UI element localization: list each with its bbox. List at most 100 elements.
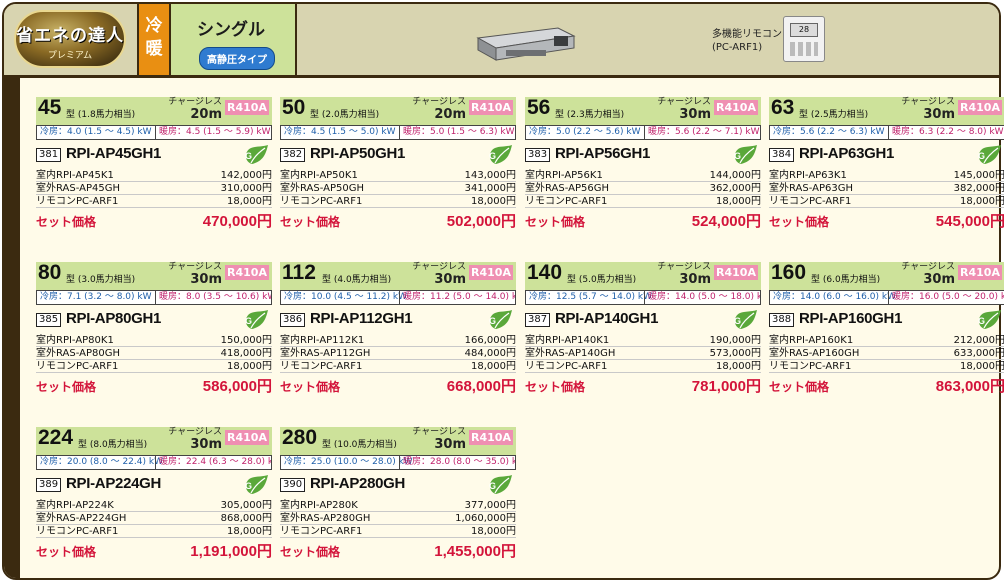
cooling-capacity: 冷房：14.0 (6.0 ～ 16.0) kW	[773, 292, 896, 302]
set-price-value: 470,000円	[202, 213, 272, 230]
set-price-label: セット価格	[280, 215, 341, 229]
part-price: 144,000円	[709, 170, 761, 181]
charge-less-length: 20m	[434, 107, 466, 122]
model-number: RPI-AP280GH	[310, 475, 406, 492]
refrigerant-badge: R410A	[225, 430, 269, 445]
mode-label: 冷暖	[137, 4, 171, 75]
part-row: 室内RPI-AP45K1 142,000円	[36, 169, 272, 182]
high-static-badge: 高静圧タイプ	[199, 47, 275, 70]
set-price-label: セット価格	[769, 380, 830, 394]
charge-less-label: チャージレス	[901, 97, 955, 107]
capacity-size: 112	[282, 261, 316, 284]
charge-less-label: チャージレス	[657, 97, 711, 107]
heating-capacity: 暖房：14.0 (5.0 ～ 18.0) kW	[644, 291, 760, 304]
heating-capacity: 暖房：22.4 (6.3 ～ 28.0) kW	[155, 456, 271, 469]
remote-model: (PC-ARF1)	[712, 42, 763, 53]
remote-name: 多機能リモコン	[712, 29, 782, 40]
ceiling-duct-unit-image	[476, 27, 576, 61]
part-name: 室外RAS-AP280GH	[280, 513, 371, 524]
brand-logo: 省エネの達人 プレミアム	[14, 10, 126, 68]
remote-screen: 28	[790, 23, 818, 37]
performance-bar: 冷房：10.0 (4.5 ～ 11.2) kW 暖房：11.2 (5.0 ～ 1…	[280, 290, 516, 305]
green-leaf-icon: G	[489, 145, 512, 164]
catalog-number: 381	[36, 148, 62, 162]
part-row: リモコンPC-ARF1 18,000円	[769, 195, 1004, 208]
part-row: リモコンPC-ARF1 18,000円	[525, 360, 761, 373]
heating-capacity: 暖房：11.2 (5.0 ～ 14.0) kW	[399, 291, 515, 304]
part-name: 室内RPI-AP112K1	[280, 335, 365, 346]
svg-text:G: G	[489, 151, 496, 161]
catalog-number: 384	[769, 148, 795, 162]
part-name: 室外RAS-AP50GH	[280, 183, 364, 194]
part-price: 633,000円	[953, 348, 1004, 359]
parts-list: 室内RPI-AP63K1 145,000円 室外RAS-AP63GH 382,0…	[769, 169, 1004, 208]
set-price-value: 586,000円	[202, 378, 272, 395]
green-leaf-icon: G	[245, 475, 268, 494]
catalog-number: 389	[36, 478, 62, 492]
charge-less-length: 30m	[434, 272, 466, 287]
product-card: 45 型 (1.8馬力相当) チャージレス 20m R410A 冷房：4.0 (…	[36, 96, 272, 258]
part-name: 室外RAS-AP56GH	[525, 183, 609, 194]
part-price: 18,000円	[471, 526, 516, 537]
performance-bar: 冷房：20.0 (8.0 ～ 22.4) kW 暖房：22.4 (6.3 ～ 2…	[36, 455, 272, 470]
heating-capacity: 暖房：8.0 (3.5 ～ 10.6) kW	[155, 291, 271, 304]
part-price: 341,000円	[464, 183, 516, 194]
charge-less-length: 30m	[923, 107, 955, 122]
set-price-row: セット価格 502,000円	[280, 210, 516, 230]
cooling-capacity: 冷房：12.5 (5.7 ～ 14.0) kW	[529, 292, 652, 302]
charge-less-length: 30m	[190, 437, 222, 452]
part-price: 310,000円	[220, 183, 272, 194]
card-header: 140 型 (5.0馬力相当) チャージレス 30m R410A	[525, 261, 761, 290]
part-name: リモコンPC-ARF1	[280, 361, 363, 372]
part-row: 室外RAS-AP63GH 382,000円	[769, 182, 1004, 195]
charge-less-length: 30m	[434, 437, 466, 452]
refrigerant-badge: R410A	[958, 100, 1002, 115]
set-price-row: セット価格 668,000円	[280, 375, 516, 395]
charge-less-label: チャージレス	[168, 97, 222, 107]
set-price-label: セット価格	[525, 380, 586, 394]
green-leaf-icon: G	[489, 310, 512, 329]
green-leaf-icon: G	[489, 475, 512, 494]
part-row: 室内RPI-AP112K1 166,000円	[280, 334, 516, 347]
cooling-capacity: 冷房：10.0 (4.5 ～ 11.2) kW	[284, 292, 407, 302]
set-price-label: セット価格	[280, 545, 341, 559]
part-name: 室内RPI-AP224K	[36, 500, 114, 511]
card-header: 45 型 (1.8馬力相当) チャージレス 20m R410A	[36, 96, 272, 125]
set-price-value: 1,455,000円	[434, 543, 516, 560]
left-accent-bar	[4, 78, 20, 578]
cooling-capacity: 冷房：5.0 (2.2 ～ 5.6) kW	[529, 127, 641, 137]
card-header: 160 型 (6.0馬力相当) チャージレス 30m R410A	[769, 261, 1004, 290]
part-name: リモコンPC-ARF1	[769, 361, 852, 372]
catalog-number: 382	[280, 148, 306, 162]
part-row: リモコンPC-ARF1 18,000円	[280, 360, 516, 373]
part-price: 484,000円	[464, 348, 516, 359]
card-header: 56 型 (2.3馬力相当) チャージレス 30m R410A	[525, 96, 761, 125]
catalog-number: 390	[280, 478, 306, 492]
set-price-row: セット価格 470,000円	[36, 210, 272, 230]
part-row: 室内RPI-AP50K1 143,000円	[280, 169, 516, 182]
parts-list: 室内RPI-AP56K1 144,000円 室外RAS-AP56GH 362,0…	[525, 169, 761, 208]
charge-less-info: チャージレス 30m	[657, 98, 711, 122]
heating-capacity: 暖房：5.0 (1.5 ～ 6.3) kW	[399, 126, 515, 139]
charge-less-info: チャージレス 30m	[412, 428, 466, 452]
capacity-size: 80	[38, 261, 62, 284]
capacity-size: 160	[771, 261, 807, 284]
set-price-label: セット価格	[36, 545, 97, 559]
part-price: 143,000円	[464, 170, 516, 181]
parts-list: 室内RPI-AP45K1 142,000円 室外RAS-AP45GH 310,0…	[36, 169, 272, 208]
part-name: 室外RAS-AP63GH	[769, 183, 853, 194]
svg-text:G: G	[978, 316, 985, 326]
part-name: 室内RPI-AP140K1	[525, 335, 610, 346]
set-price-value: 1,191,000円	[190, 543, 272, 560]
model-row: 389 RPI-AP224GH G	[36, 475, 272, 497]
part-price: 150,000円	[220, 335, 272, 346]
type-label: シングル	[197, 20, 265, 40]
parts-list: 室内RPI-AP224K 305,000円 室外RAS-AP224GH 868,…	[36, 499, 272, 538]
model-number: RPI-AP140GH1	[555, 310, 659, 327]
charge-less-length: 30m	[679, 272, 711, 287]
capacity-horsepower: 型 (2.5馬力相当)	[799, 110, 869, 120]
part-name: リモコンPC-ARF1	[769, 196, 852, 207]
model-number: RPI-AP160GH1	[799, 310, 903, 327]
svg-text:G: G	[734, 316, 741, 326]
card-header: 50 型 (2.0馬力相当) チャージレス 20m R410A	[280, 96, 516, 125]
